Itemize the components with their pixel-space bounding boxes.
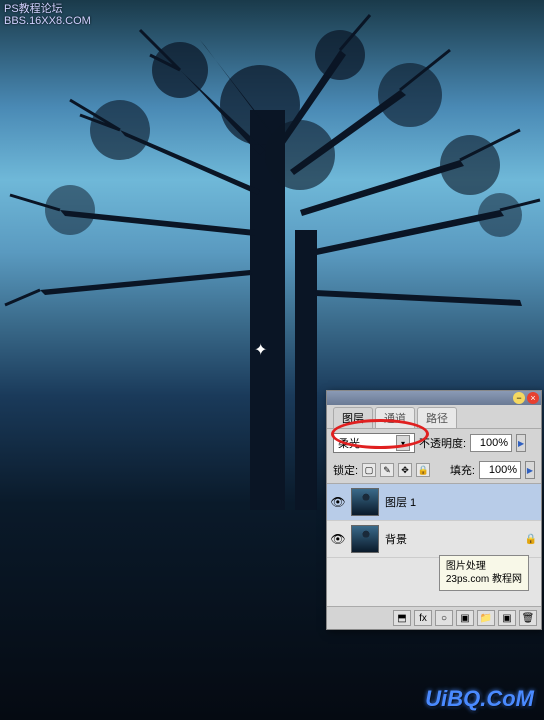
tooltip-line2: 23ps.com 教程网 — [446, 573, 522, 586]
image-canvas[interactable]: ✦ PS教程论坛 BBS.16XX8.COM UiBQ.CoM − × 图层 通… — [0, 0, 544, 720]
visibility-eye-icon[interactable]: 👁 — [331, 532, 345, 546]
lock-position-icon[interactable]: ✥ — [398, 463, 412, 477]
fx-icon[interactable]: fx — [414, 610, 432, 626]
opacity-label: 不透明度: — [419, 435, 466, 451]
adjustment-icon[interactable]: ▣ — [456, 610, 474, 626]
opacity-input[interactable]: 100% — [470, 434, 512, 452]
watermark-top: PS教程论坛 BBS.16XX8.COM — [4, 3, 91, 27]
tab-paths[interactable]: 路径 — [417, 407, 457, 428]
blend-mode-value: 柔光 — [338, 435, 360, 451]
opacity-arrow-icon[interactable]: ▶ — [516, 434, 526, 452]
layer-name[interactable]: 背景 — [385, 531, 519, 547]
blend-opacity-row: 柔光 ▾ 不透明度: 100% ▶ — [327, 429, 541, 457]
layer-thumbnail[interactable] — [351, 525, 379, 553]
watermark-bottom: UiBQ.CoM — [425, 686, 534, 712]
tooltip-box: 图片处理 23ps.com 教程网 — [439, 555, 529, 591]
watermark-url: BBS.16XX8.COM — [4, 15, 91, 27]
lock-transparent-icon[interactable]: ▢ — [362, 463, 376, 477]
watermark-title: PS教程论坛 — [4, 3, 91, 15]
panel-titlebar[interactable]: − × — [327, 391, 541, 405]
lock-all-icon[interactable]: 🔒 — [416, 463, 430, 477]
layers-panel: − × 图层 通道 路径 柔光 ▾ 不透明度: 100% ▶ 锁定: ▢ ✎ ✥… — [326, 390, 542, 630]
layer-thumbnail[interactable] — [351, 488, 379, 516]
lock-fill-row: 锁定: ▢ ✎ ✥ 🔒 填充: 100% ▶ — [327, 457, 541, 483]
tooltip-line1: 图片处理 — [446, 560, 522, 573]
tab-layers[interactable]: 图层 — [333, 407, 373, 428]
fill-arrow-icon[interactable]: ▶ — [525, 461, 535, 479]
fill-label: 填充: — [450, 462, 475, 478]
minimize-icon[interactable]: − — [513, 392, 525, 404]
chevron-down-icon[interactable]: ▾ — [396, 435, 410, 451]
layer-row[interactable]: 👁 图层 1 — [327, 484, 541, 521]
new-layer-icon[interactable]: ▣ — [498, 610, 516, 626]
layer-row[interactable]: 👁 背景 🔒 — [327, 521, 541, 558]
folder-icon[interactable]: 📁 — [477, 610, 495, 626]
panel-footer: ⬒ fx ○ ▣ 📁 ▣ 🗑 — [327, 606, 541, 629]
link-layers-icon[interactable]: ⬒ — [393, 610, 411, 626]
layer-name[interactable]: 图层 1 — [385, 494, 537, 510]
close-icon[interactable]: × — [527, 392, 539, 404]
fill-input[interactable]: 100% — [479, 461, 521, 479]
trash-icon[interactable]: 🗑 — [519, 610, 537, 626]
lock-label: 锁定: — [333, 462, 358, 478]
lock-icons-group: ▢ ✎ ✥ 🔒 — [362, 463, 430, 477]
tab-channels[interactable]: 通道 — [375, 407, 415, 428]
lock-pixels-icon[interactable]: ✎ — [380, 463, 394, 477]
visibility-eye-icon[interactable]: 👁 — [331, 495, 345, 509]
lock-icon: 🔒 — [525, 534, 537, 545]
panel-tabs: 图层 通道 路径 — [327, 405, 541, 429]
blend-mode-select[interactable]: 柔光 ▾ — [333, 433, 415, 453]
mask-icon[interactable]: ○ — [435, 610, 453, 626]
cursor-crosshair: ✦ — [254, 340, 267, 360]
